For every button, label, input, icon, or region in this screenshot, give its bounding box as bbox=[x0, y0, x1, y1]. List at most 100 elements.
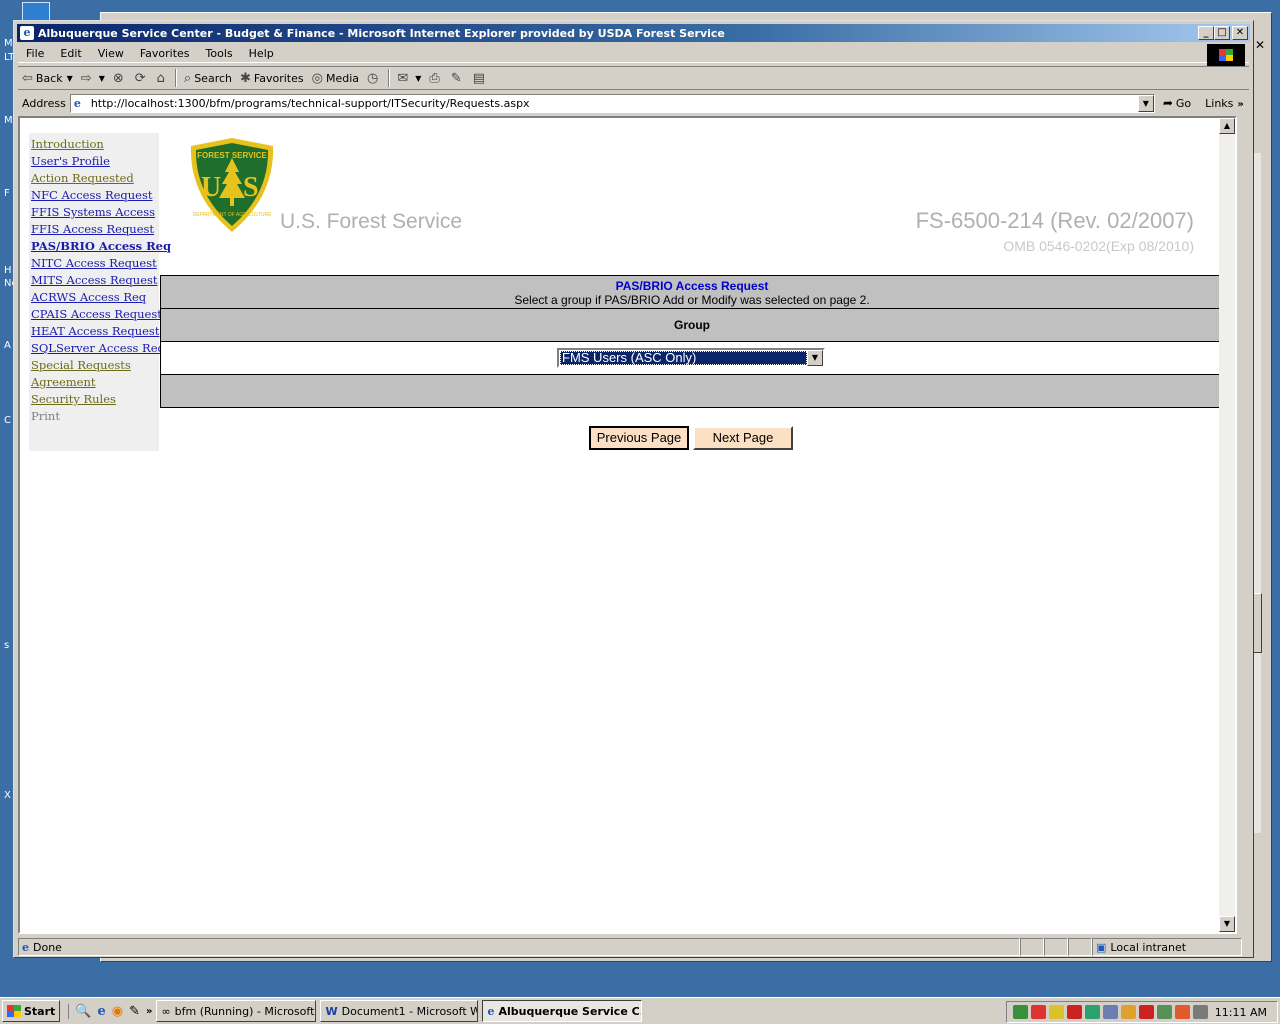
media-button[interactable]: ◎ Media bbox=[308, 67, 363, 89]
title-bar[interactable]: e Albuquerque Service Center - Budget & … bbox=[17, 24, 1250, 42]
nav-link[interactable]: MITS Access Request bbox=[31, 272, 159, 289]
edit-button[interactable]: ✎ bbox=[447, 67, 469, 89]
taskbar: Start 🔍 e ◉ ✎ » ∞ bfm (Running) - Micros… bbox=[0, 997, 1280, 1024]
tray-icon[interactable] bbox=[1175, 1005, 1190, 1019]
taskbar-item[interactable]: W Document1 - Microsoft W... bbox=[320, 1000, 479, 1022]
nav-link[interactable]: NITC Access Request bbox=[31, 255, 159, 272]
nav-link[interactable]: User's Profile bbox=[31, 153, 159, 170]
nav-link[interactable]: Action Requested bbox=[31, 170, 159, 187]
discuss-button[interactable]: ▤ bbox=[469, 67, 492, 89]
tray-icon[interactable] bbox=[1067, 1005, 1082, 1019]
nav-link[interactable]: Special Requests bbox=[31, 357, 159, 374]
search-button[interactable]: ⌕ Search bbox=[180, 67, 236, 89]
taskbar-item-active[interactable]: e Albuquerque Service C... bbox=[482, 1000, 643, 1022]
ie-icon[interactable]: e bbox=[97, 1004, 105, 1019]
quick-launch: 🔍 e ◉ ✎ » bbox=[68, 1003, 152, 1019]
menu-edit[interactable]: Edit bbox=[52, 47, 89, 60]
svg-text:FOREST SERVICE: FOREST SERVICE bbox=[197, 151, 267, 160]
group-label: Group bbox=[161, 309, 1223, 342]
tray-icon[interactable] bbox=[1121, 1005, 1136, 1019]
stop-icon: ⊗ bbox=[112, 70, 124, 86]
nav-link[interactable]: Introduction bbox=[31, 136, 159, 153]
menu-view[interactable]: View bbox=[90, 47, 132, 60]
nav-link[interactable]: FFIS Systems Access bbox=[31, 204, 159, 221]
tray-icon[interactable] bbox=[1193, 1005, 1208, 1019]
group-select[interactable]: FMS Users (ASC Only) ▼ bbox=[557, 348, 825, 368]
home-button[interactable]: ⌂ bbox=[153, 67, 172, 89]
form-instruction: Select a group if PAS/BRIO Add or Modify… bbox=[514, 293, 870, 307]
status-bar: e Done ▣ Local intranet bbox=[18, 937, 1249, 957]
desktop-label-fragment: H bbox=[4, 265, 12, 276]
nav-link[interactable]: Security Rules bbox=[31, 391, 159, 408]
search-icon[interactable]: 🔍 bbox=[75, 1004, 91, 1019]
refresh-button[interactable]: ⟳ bbox=[131, 67, 153, 89]
chevron-down-icon[interactable]: ▼ bbox=[1137, 94, 1154, 112]
links-button[interactable]: Links» bbox=[1205, 97, 1244, 110]
chevron-down-icon[interactable]: ▼ bbox=[67, 74, 73, 83]
tray-icon[interactable] bbox=[1049, 1005, 1064, 1019]
search-icon: ⌕ bbox=[183, 70, 192, 86]
next-page-button[interactable]: Next Page bbox=[693, 426, 793, 450]
menu-favorites[interactable]: Favorites bbox=[132, 47, 198, 60]
tray-icons bbox=[1013, 1005, 1208, 1019]
word-icon: W bbox=[325, 1004, 338, 1018]
menu-tools[interactable]: Tools bbox=[198, 47, 241, 60]
desktop-label-fragment: F bbox=[4, 188, 10, 199]
maximize-button[interactable]: □ bbox=[1214, 26, 1230, 40]
svg-text:DEPARTMENT OF AGRICULTURE: DEPARTMENT OF AGRICULTURE bbox=[193, 212, 272, 218]
forward-button[interactable]: ⇨ ▼ bbox=[77, 67, 109, 89]
mail-button[interactable]: ✉ ▼ bbox=[393, 67, 425, 89]
previous-page-button[interactable]: Previous Page bbox=[589, 426, 689, 450]
nav-link[interactable]: NFC Access Request bbox=[31, 187, 159, 204]
zone-text: Local intranet bbox=[1110, 940, 1187, 954]
zone-cell: ▣ Local intranet bbox=[1092, 938, 1242, 956]
go-button[interactable]: ➦ Go bbox=[1163, 96, 1191, 110]
chevron-right-icon[interactable]: » bbox=[146, 1006, 152, 1017]
status-cell bbox=[1044, 938, 1068, 956]
address-url: http://localhost:1300/bfm/programs/techn… bbox=[90, 96, 530, 110]
nav-link[interactable]: PAS/BRIO Access Req bbox=[31, 238, 171, 255]
group-select-row: FMS Users (ASC Only) ▼ bbox=[161, 342, 1223, 375]
menu-file[interactable]: File bbox=[18, 47, 52, 60]
stop-button[interactable]: ⊗ bbox=[109, 67, 131, 89]
nav-link[interactable]: HEAT Access Request bbox=[31, 323, 159, 340]
chevron-down-icon[interactable]: ▼ bbox=[807, 350, 823, 366]
left-navigation: Introduction User's Profile Action Request… bbox=[29, 133, 171, 451]
toolbar-divider bbox=[388, 69, 391, 87]
nav-link[interactable]: SQLServer Access Req bbox=[31, 340, 165, 357]
chevron-down-icon[interactable]: ▼ bbox=[99, 74, 105, 83]
start-button[interactable]: Start bbox=[2, 1000, 61, 1022]
nav-link[interactable]: Agreement bbox=[31, 374, 159, 391]
scroll-up-icon[interactable]: ▲ bbox=[1219, 118, 1235, 134]
edit-icon: ✎ bbox=[450, 70, 462, 86]
tray-icon[interactable] bbox=[1139, 1005, 1154, 1019]
tray-icon[interactable] bbox=[1157, 1005, 1172, 1019]
menu-help[interactable]: Help bbox=[241, 47, 282, 60]
toolbar: ⇦ Back ▼ ⇨ ▼ ⊗ ⟳ ⌂ ⌕ Search ✱ Favorites … bbox=[18, 66, 1249, 90]
tray-icon[interactable] bbox=[1013, 1005, 1028, 1019]
print-button[interactable]: ⎙ bbox=[425, 67, 446, 89]
nav-link[interactable]: ACRWS Access Req bbox=[31, 289, 159, 306]
close-button[interactable]: ✕ bbox=[1232, 26, 1248, 40]
media-icon[interactable]: ◉ bbox=[112, 1004, 123, 1019]
desktop-icon[interactable] bbox=[22, 2, 50, 22]
minimize-button[interactable]: _ bbox=[1198, 26, 1214, 40]
scroll-down-icon[interactable]: ▼ bbox=[1219, 916, 1235, 932]
windows-logo bbox=[1207, 44, 1245, 66]
address-input[interactable]: e http://localhost:1300/bfm/programs/tec… bbox=[69, 93, 1155, 113]
favorites-button[interactable]: ✱ Favorites bbox=[236, 67, 308, 89]
nav-link[interactable]: FFIS Access Request bbox=[31, 221, 159, 238]
back-button[interactable]: ⇦ Back ▼ bbox=[18, 67, 77, 89]
edit-icon[interactable]: ✎ bbox=[129, 1004, 140, 1019]
form-title: PAS/BRIO Access Request bbox=[615, 279, 769, 293]
vertical-scrollbar[interactable]: ▲ ▼ bbox=[1219, 118, 1235, 932]
tray-icon[interactable] bbox=[1031, 1005, 1046, 1019]
tray-icon[interactable] bbox=[1085, 1005, 1100, 1019]
tray-icon[interactable] bbox=[1103, 1005, 1118, 1019]
history-button[interactable]: ◷ bbox=[363, 67, 385, 89]
nav-link[interactable]: CPAIS Access Request bbox=[31, 306, 162, 323]
taskbar-item[interactable]: ∞ bfm (Running) - Microsoft... bbox=[156, 1000, 317, 1022]
background-close-icon[interactable]: ✕ bbox=[1255, 38, 1274, 52]
mail-icon: ✉ bbox=[397, 70, 409, 86]
chevron-down-icon[interactable]: ▼ bbox=[415, 74, 421, 83]
